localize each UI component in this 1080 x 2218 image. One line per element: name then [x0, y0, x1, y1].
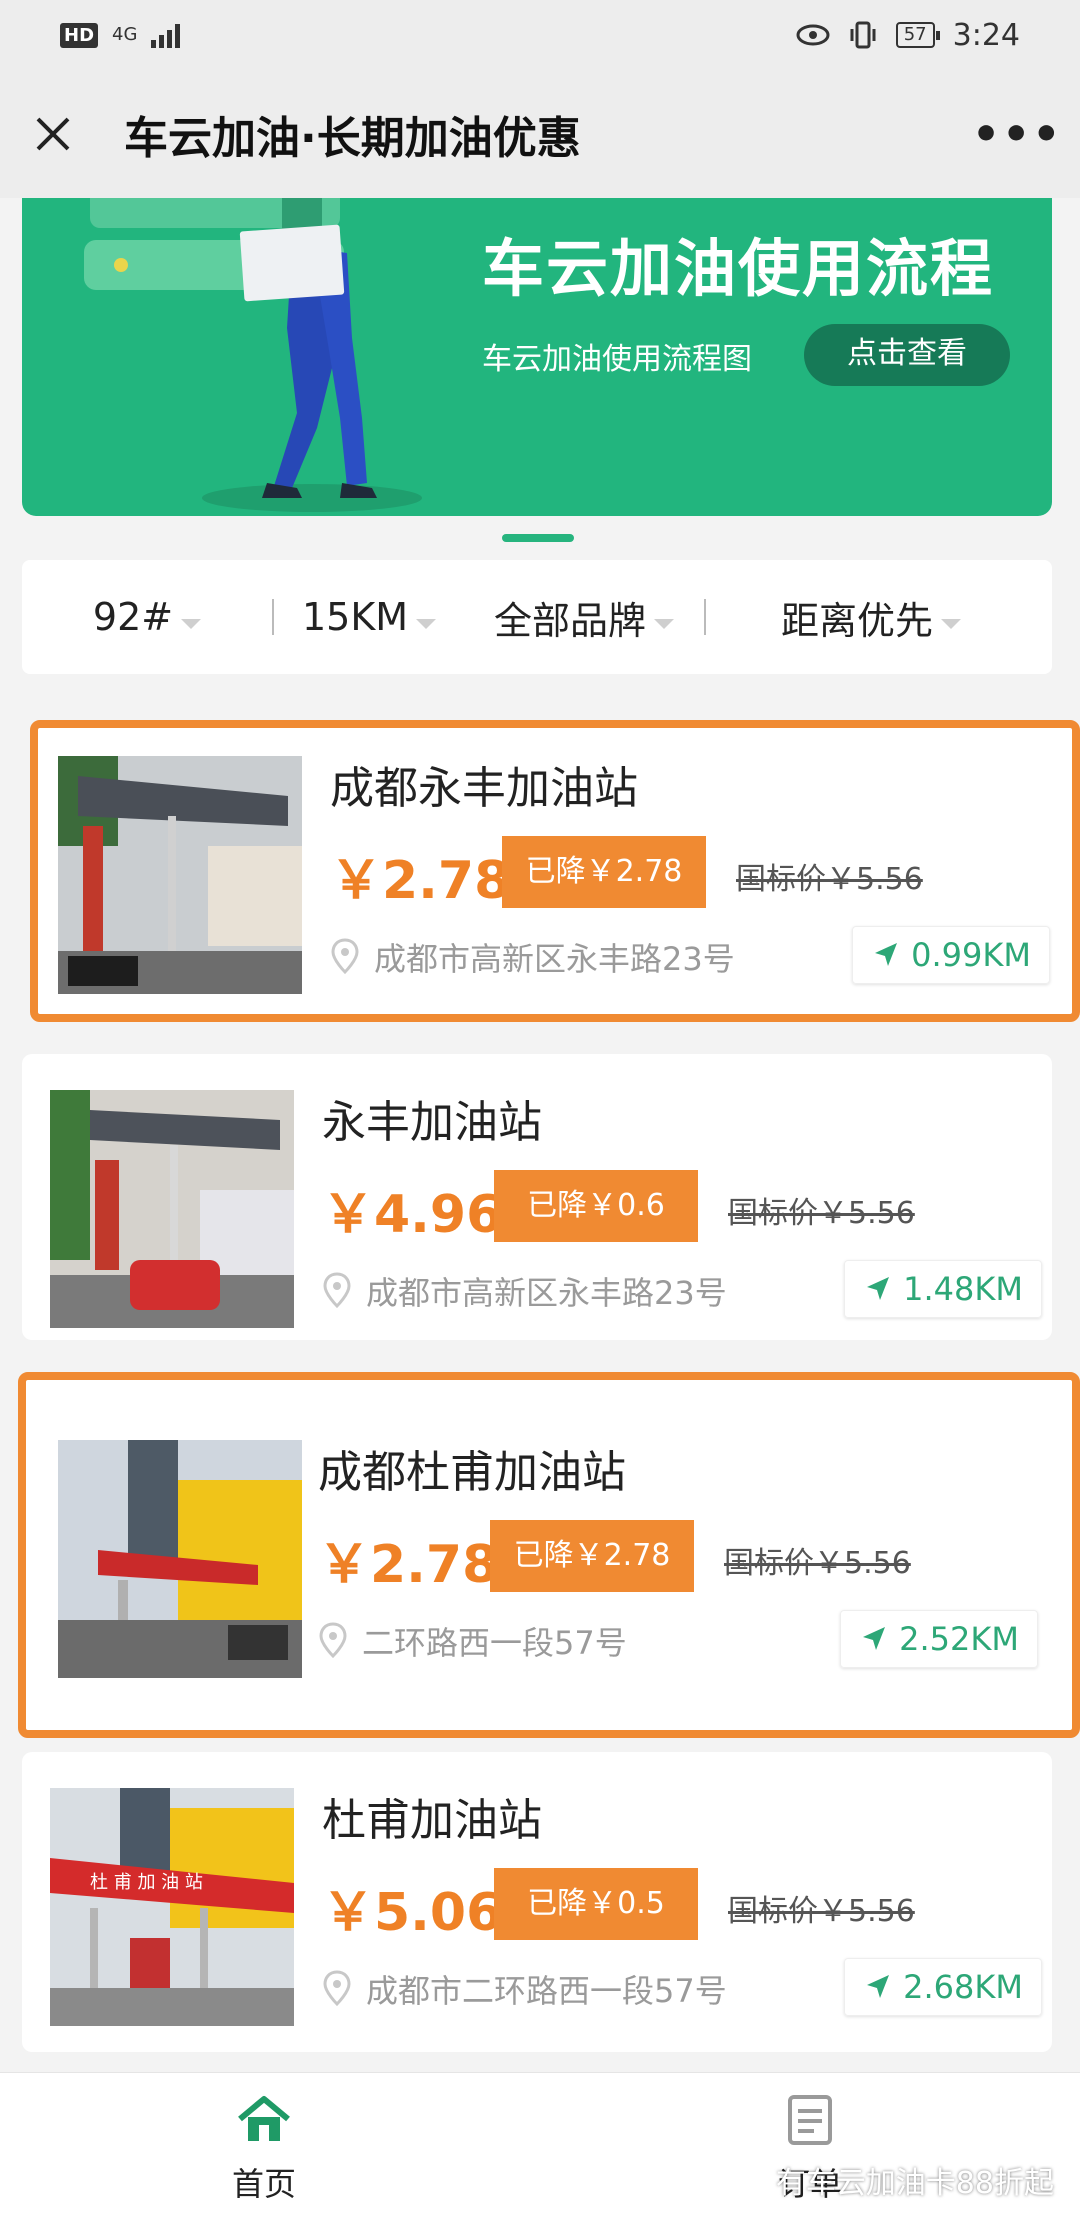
sort-label: 距离优先: [780, 598, 933, 643]
discount-badge: 已降￥2.78: [502, 836, 706, 908]
home-icon: [238, 2096, 290, 2141]
station-photo: [50, 1090, 294, 1328]
standard-price: 国标价￥5.56: [736, 862, 923, 897]
distance-label: 2.52KM: [899, 1620, 1019, 1658]
sort-filter[interactable]: 距离优先: [706, 590, 1036, 645]
banner-title: 车云加油使用流程: [482, 232, 995, 305]
hd-indicator: HD: [60, 22, 99, 48]
station-card[interactable]: 永丰加油站 ￥4.96 已降￥0.6 国标价￥5.56 成都市高新区永丰路23号…: [22, 1054, 1052, 1340]
discount-badge: 已降￥0.5: [494, 1868, 698, 1940]
distance-badge[interactable]: 0.99KM: [852, 926, 1050, 984]
station-card[interactable]: 成都杜甫加油站 ￥2.78 已降￥2.78 国标价￥5.56 二环路西一段57号…: [18, 1372, 1080, 1738]
more-menu-button[interactable]: •••: [972, 109, 1060, 160]
station-price: ￥2.78: [318, 1535, 499, 1595]
fuel-type-label: 92#: [92, 595, 174, 639]
standard-price: 国标价￥5.56: [728, 1894, 915, 1929]
tab-home-label: 首页: [231, 2165, 296, 2203]
tab-home[interactable]: 首页: [194, 2095, 334, 2205]
eye-icon: [796, 24, 830, 46]
navigation-arrow-icon: [875, 943, 898, 966]
navigation-arrow-icon: [863, 1627, 886, 1650]
signal-icon: [151, 22, 181, 48]
station-photo: 杜 甫 加 油 站: [50, 1788, 294, 2026]
process-banner[interactable]: 车云加油使用流程 车云加油使用流程图 点击查看: [22, 198, 1052, 516]
chevron-down-icon: [181, 619, 202, 629]
page-title: 车云加油·长期加油优惠: [124, 113, 581, 164]
watermark-text: 有车云加油卡88折起: [775, 2166, 1054, 2201]
navigation-arrow-icon: [867, 1277, 890, 1300]
station-name: 成都杜甫加油站: [318, 1447, 626, 1498]
filter-bar: 92# 15KM 全部品牌 距离优先: [22, 560, 1052, 674]
chevron-down-icon: [941, 619, 961, 629]
station-card[interactable]: 杜 甫 加 油 站 杜甫加油站 ￥5.06 已降￥0.5 国标价￥5.56 成都…: [22, 1752, 1052, 2052]
station-price: ￥5.06: [322, 1883, 503, 1943]
station-name: 永丰加油站: [322, 1097, 542, 1148]
orders-icon: [788, 2095, 832, 2145]
walking-person-illustration: [202, 198, 422, 512]
vibrate-icon: [850, 21, 876, 49]
view-process-button[interactable]: 点击查看: [804, 324, 1010, 386]
distance-label: 0.99KM: [911, 936, 1031, 974]
clock: 3:24: [952, 17, 1020, 53]
station-price: ￥2.78: [330, 851, 511, 911]
standard-price: 国标价￥5.56: [724, 1546, 911, 1581]
carousel-indicator: [502, 534, 574, 542]
station-photo: [58, 1440, 302, 1678]
wechat-icon: [732, 2167, 767, 2192]
discount-badge: 已降￥2.78: [490, 1520, 694, 1592]
status-right: 57 3:24: [796, 18, 1020, 53]
station-price: ￥4.96: [322, 1185, 503, 1245]
brand-filter[interactable]: 全部品牌: [464, 590, 704, 645]
station-name: 成都永丰加油站: [330, 763, 638, 814]
distance-label: 1.48KM: [903, 1270, 1023, 1308]
location-pin-icon: [323, 1272, 351, 1308]
close-icon[interactable]: [28, 109, 78, 159]
location-pin-icon: [319, 1622, 347, 1658]
distance-badge[interactable]: 2.52KM: [840, 1610, 1038, 1668]
station-address: 二环路西一段57号: [362, 1624, 627, 1662]
station-address: 成都市二环路西一段57号: [366, 1972, 727, 2010]
brand-label: 全部品牌: [493, 598, 646, 643]
station-card[interactable]: 成都永丰加油站 ￥2.78 已降￥2.78 国标价￥5.56 成都市高新区永丰路…: [30, 720, 1080, 1022]
distance-label: 2.68KM: [903, 1968, 1023, 2006]
range-label: 15KM: [301, 595, 409, 639]
banner-subtitle: 车云加油使用流程图: [482, 342, 752, 377]
location-pin-icon: [323, 1970, 351, 2006]
fuel-type-filter[interactable]: 92#: [22, 595, 272, 639]
navigation-arrow-icon: [867, 1975, 890, 1998]
station-address: 成都市高新区永丰路23号: [374, 940, 735, 978]
station-name: 杜甫加油站: [322, 1795, 542, 1846]
discount-badge: 已降￥0.6: [494, 1170, 698, 1242]
distance-badge[interactable]: 1.48KM: [844, 1260, 1042, 1318]
range-filter[interactable]: 15KM: [274, 595, 464, 639]
network-type: 4G: [112, 24, 138, 45]
station-photo: [58, 756, 302, 994]
standard-price: 国标价￥5.56: [728, 1196, 915, 1231]
chevron-down-icon: [654, 619, 674, 629]
station-sign-text: 杜 甫 加 油 站: [90, 1872, 203, 1893]
distance-badge[interactable]: 2.68KM: [844, 1958, 1042, 2016]
status-left: HD 4G: [60, 22, 181, 48]
battery-icon: 57: [895, 22, 940, 48]
banner-decor-dot: [114, 258, 128, 272]
station-address: 成都市高新区永丰路23号: [366, 1274, 727, 1312]
watermark: 有车云加油卡88折起: [732, 2158, 1054, 2202]
title-bar: 车云加油·长期加油优惠 •••: [0, 70, 1080, 198]
status-bar: HD 4G 57 3:24: [0, 0, 1080, 70]
location-pin-icon: [331, 938, 359, 974]
chevron-down-icon: [416, 619, 437, 629]
